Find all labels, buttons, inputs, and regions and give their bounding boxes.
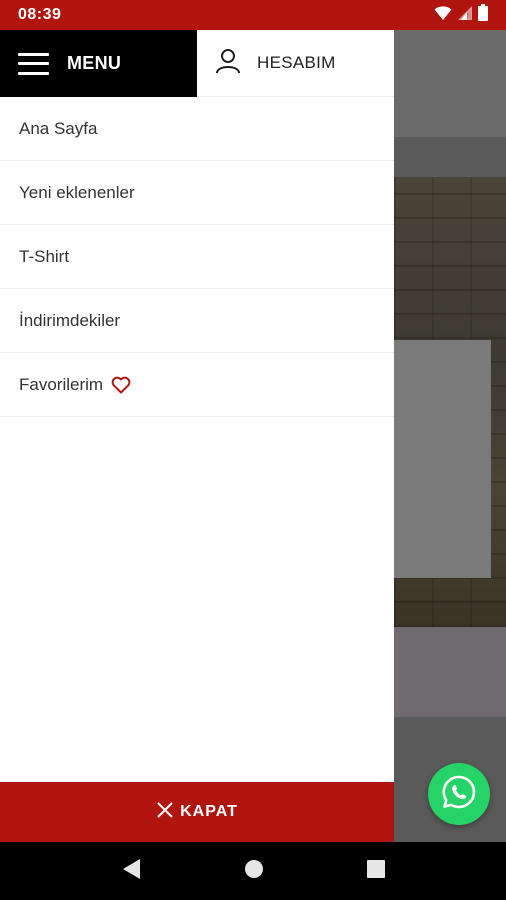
recents-icon[interactable] <box>366 859 385 883</box>
menu-label: MENU <box>67 53 122 73</box>
system-nav-bar <box>0 842 506 900</box>
status-time: 08:39 <box>18 6 62 23</box>
nav-item-tshirt[interactable]: T-Shirt <box>0 225 394 289</box>
background-band <box>394 627 506 717</box>
nav-item-label: Yeni eklenenler <box>19 182 135 202</box>
user-icon <box>215 48 241 79</box>
battery-icon <box>478 4 488 26</box>
nav-item-label: Favorilerim <box>19 374 104 394</box>
nav-item-sale[interactable]: İndirimdekiler <box>0 289 394 353</box>
drawer-header: MENU HESABIM <box>0 30 394 97</box>
nav-item-favorites[interactable]: Favorilerim <box>0 353 394 417</box>
close-label: KAPAT <box>180 803 238 820</box>
screen: 08:39 ! MENU HESABIM Ana Sayfa Yeni ekle… <box>0 0 506 900</box>
hamburger-icon <box>18 52 49 75</box>
wifi-icon <box>434 5 452 26</box>
back-icon[interactable] <box>121 858 141 885</box>
whatsapp-button[interactable] <box>428 763 490 825</box>
status-icons: ! <box>434 4 488 26</box>
status-bar: 08:39 ! <box>0 0 506 30</box>
close-icon <box>156 801 174 824</box>
background-header <box>394 30 506 137</box>
menu-tab[interactable]: MENU <box>0 30 197 97</box>
nav-item-label: İndirimdekiler <box>19 310 121 330</box>
nav-item-label: Ana Sayfa <box>19 118 98 138</box>
nav-list: Ana Sayfa Yeni eklenenler T-Shirt İndiri… <box>0 97 394 417</box>
whatsapp-icon <box>440 773 478 816</box>
home-icon[interactable] <box>244 859 264 884</box>
heart-icon <box>111 376 131 394</box>
nav-item-label: T-Shirt <box>19 246 70 266</box>
svg-text:!: ! <box>467 13 469 20</box>
account-tab[interactable]: HESABIM <box>197 30 394 97</box>
navigation-drawer: MENU HESABIM Ana Sayfa Yeni eklenenler T… <box>0 30 394 842</box>
close-button[interactable]: KAPAT <box>0 782 394 842</box>
nav-item-home[interactable]: Ana Sayfa <box>0 97 394 161</box>
background-banner-card <box>394 340 491 578</box>
signal-icon: ! <box>458 5 472 26</box>
account-label: HESABIM <box>257 53 336 72</box>
nav-item-new-arrivals[interactable]: Yeni eklenenler <box>0 161 394 225</box>
